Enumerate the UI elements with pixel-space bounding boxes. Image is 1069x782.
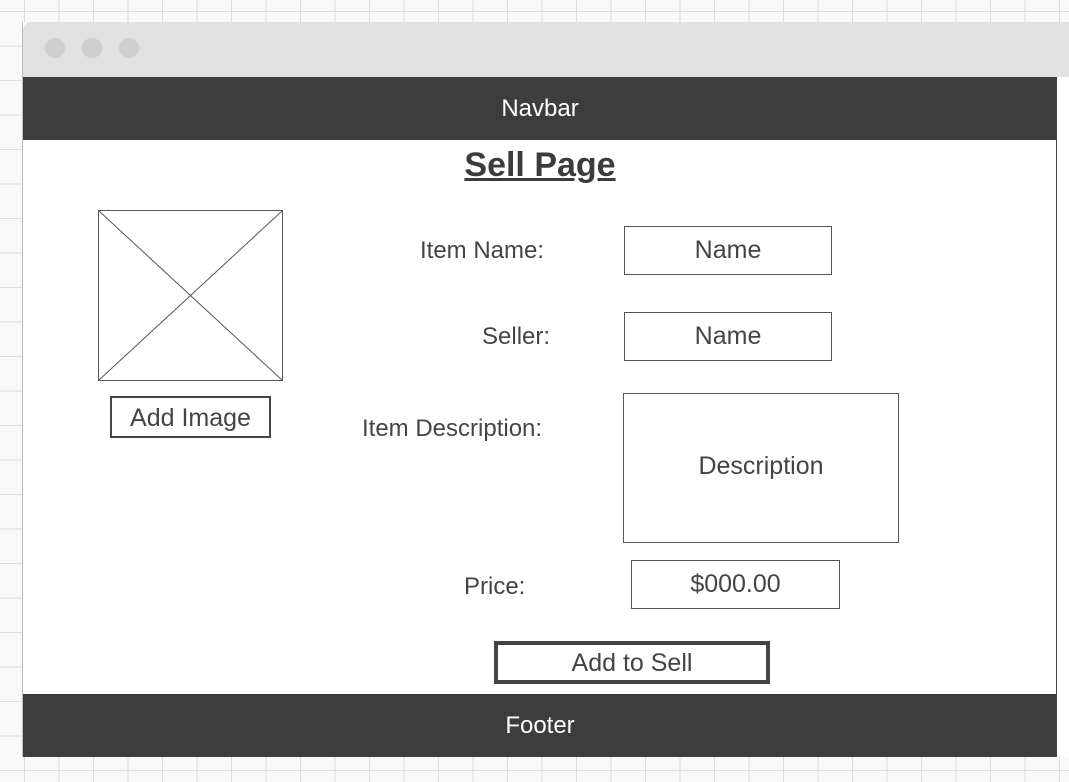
item-name-label: Item Name: [420,237,545,264]
window-titlebar [23,22,1069,77]
browser-window: Navbar Sell Page Add Image Item Name: Se… [22,22,1069,757]
window-close-dot[interactable] [45,38,65,58]
add-to-sell-button[interactable]: Add to Sell [494,641,770,684]
seller-label: Seller: [482,323,551,350]
add-image-button[interactable]: Add Image [110,396,271,438]
image-placeholder-icon [99,211,282,380]
page-content: Navbar Sell Page Add Image Item Name: Se… [23,77,1057,757]
image-placeholder [98,210,283,381]
price-input[interactable] [631,560,840,609]
navbar[interactable]: Navbar [23,77,1057,140]
seller-input[interactable] [624,312,832,361]
item-description-textarea[interactable] [623,393,899,543]
price-label: Price: [464,573,526,600]
item-name-input[interactable] [624,226,832,275]
window-maximize-dot[interactable] [119,38,139,58]
window-minimize-dot[interactable] [82,38,102,58]
page-title: Sell Page [464,146,616,184]
item-description-label: Item Description: [362,415,543,442]
footer: Footer [23,694,1057,757]
